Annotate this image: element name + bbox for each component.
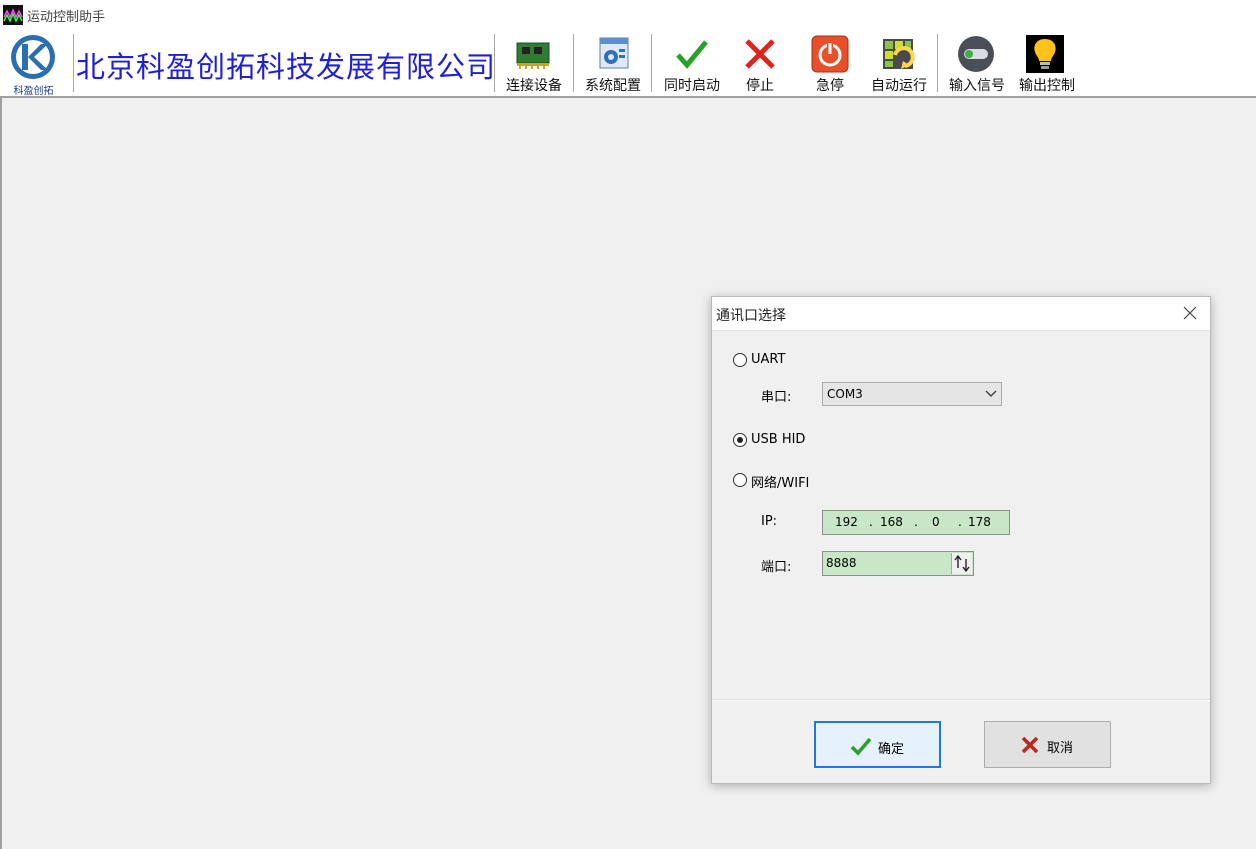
system-config-label: 系统配置 [585, 78, 641, 94]
network-wifi-label: 网络/WIFI [751, 476, 810, 491]
connect-device-button[interactable]: 连接设备 [498, 30, 570, 96]
ok-label: 确定 [878, 742, 905, 757]
chevron-down-icon [985, 390, 997, 397]
toolbar-separator [494, 34, 496, 92]
system-config-button[interactable]: 系统配置 [578, 30, 648, 96]
serial-port-value: COM3 [827, 387, 863, 401]
toolbar-separator [573, 34, 575, 92]
serial-port-select[interactable]: COM3 [822, 382, 1002, 406]
stop-label: 停止 [746, 78, 774, 94]
system-config-icon [599, 37, 629, 69]
input-signal-button[interactable]: 输入信号 [942, 30, 1012, 96]
auto-run-button[interactable]: 自动运行 [864, 30, 934, 96]
company-logo: 科盈创拓 [5, 32, 62, 97]
port-input[interactable]: 8888 [822, 551, 974, 576]
start-all-button[interactable]: 同时启动 [656, 30, 728, 96]
usb-hid-label: USB HID [751, 432, 806, 447]
comm-port-dialog: 通讯口选择 UART 串口: COM3 USB HID 网络/WIFI IP: … [711, 296, 1211, 784]
red-x-icon [1021, 736, 1039, 754]
lightbulb-icon [1026, 35, 1064, 73]
toolbar-separator [73, 34, 75, 92]
input-signal-label: 输入信号 [949, 78, 1005, 94]
start-all-label: 同时启动 [664, 78, 720, 94]
window-title: 运动控制助手 [27, 10, 106, 25]
check-icon [850, 737, 872, 756]
check-icon [676, 40, 708, 69]
usb-hid-radio[interactable] [733, 433, 747, 447]
toolbar-separator [937, 34, 939, 92]
ip-address-input[interactable]: 192 . 168 . 0 . 178 [822, 510, 1010, 535]
power-icon [811, 35, 849, 73]
output-control-button[interactable]: 输出控制 [1012, 30, 1082, 96]
toggle-switch-icon [958, 36, 994, 72]
ip-octet-3: 0 [932, 515, 940, 529]
output-control-label: 输出控制 [1019, 78, 1075, 94]
dialog-title-bar: 通讯口选择 [712, 297, 1210, 331]
port-label: 端口: [761, 560, 792, 575]
emergency-stop-button[interactable]: 急停 [800, 30, 860, 96]
toolbar: 科盈创拓 北京科盈创拓科技发展有限公司 连接设备 系统配置 同时启动 停止 急停… [0, 30, 1256, 98]
cancel-button[interactable]: 取消 [984, 721, 1111, 768]
uart-label: UART [751, 352, 786, 367]
dialog-divider [712, 699, 1210, 701]
stop-button[interactable]: 停止 [730, 30, 790, 96]
uart-radio[interactable] [733, 353, 747, 367]
client-area-border [0, 98, 2, 849]
ip-dot: . [869, 515, 873, 529]
toolbar-separator [651, 34, 653, 92]
ip-octet-1: 192 [835, 515, 858, 529]
ip-octet-4: 178 [968, 515, 991, 529]
auto-run-icon [883, 39, 915, 69]
connect-device-label: 连接设备 [506, 78, 562, 94]
ip-octet-2: 168 [880, 515, 903, 529]
close-icon[interactable] [1178, 302, 1202, 324]
circuit-board-icon [516, 42, 550, 69]
port-value: 8888 [826, 556, 857, 570]
logo-k-icon [11, 35, 55, 79]
network-wifi-radio[interactable] [733, 473, 747, 487]
app-icon [3, 5, 23, 25]
spin-arrows-icon[interactable] [951, 553, 972, 574]
auto-run-label: 自动运行 [871, 78, 927, 94]
cancel-label: 取消 [1047, 741, 1074, 756]
serial-port-label: 串口: [761, 390, 792, 405]
ip-dot: . [958, 515, 962, 529]
title-bar: 运动控制助手 [0, 0, 1256, 31]
red-x-icon [745, 39, 775, 69]
ip-label: IP: [761, 514, 778, 529]
company-name: 北京科盈创拓科技发展有限公司 [76, 50, 497, 84]
dialog-title: 通讯口选择 [716, 308, 786, 324]
ok-button[interactable]: 确定 [814, 721, 941, 768]
ip-dot: . [914, 515, 918, 529]
emergency-stop-label: 急停 [816, 78, 844, 94]
logo-caption: 科盈创拓 [13, 86, 54, 97]
